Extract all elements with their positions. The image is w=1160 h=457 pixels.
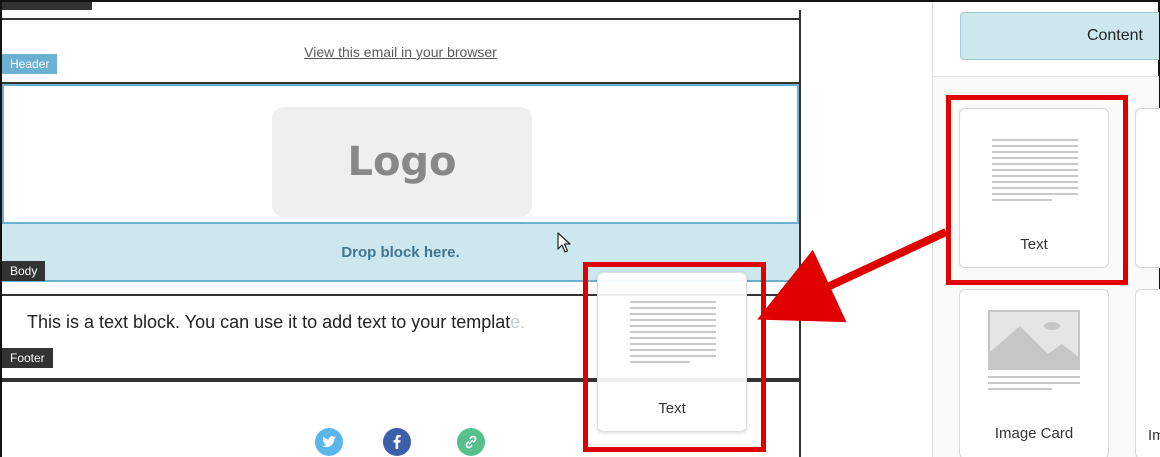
mouse-cursor-icon — [557, 232, 573, 259]
logo-placeholder[interactable]: Logo — [272, 107, 532, 217]
header-tag: Header — [2, 54, 58, 74]
twitter-icon[interactable] — [315, 428, 343, 456]
block-tile-partial[interactable] — [1135, 108, 1160, 268]
drag-highlight-box — [583, 262, 766, 452]
facebook-icon[interactable] — [383, 428, 411, 456]
image-card-icon — [988, 310, 1080, 370]
header-section[interactable]: Logo — [2, 84, 799, 224]
preheader-section[interactable]: View this email in your browser — [2, 18, 799, 84]
tab-content[interactable]: Content — [960, 12, 1159, 60]
text-block-visible-text: This is a text block. You can use it to … — [27, 312, 511, 332]
view-in-browser-link[interactable]: View this email in your browser — [2, 44, 799, 60]
selected-block-highlight — [946, 95, 1128, 285]
image-block-tile-partial[interactable]: Im — [1135, 289, 1160, 457]
tab-content-label: Content — [1086, 27, 1143, 44]
email-canvas: View this email in your browser Logo Dro… — [2, 2, 932, 457]
text-block-content[interactable]: This is a text block. You can use it to … — [27, 312, 525, 333]
image-block-label: Im — [1148, 427, 1160, 444]
image-card-label: Image Card — [994, 425, 1074, 442]
top-strip — [2, 2, 92, 10]
text-block-faded-text: e. — [510, 312, 526, 332]
footer-tag: Footer — [2, 348, 53, 368]
body-tag: Body — [2, 261, 46, 281]
drop-zone-label: Drop block here. — [341, 243, 460, 261]
image-card-tile[interactable]: Image Card — [959, 289, 1109, 457]
image-card-lines — [988, 376, 1080, 394]
link-icon[interactable] — [457, 428, 485, 456]
